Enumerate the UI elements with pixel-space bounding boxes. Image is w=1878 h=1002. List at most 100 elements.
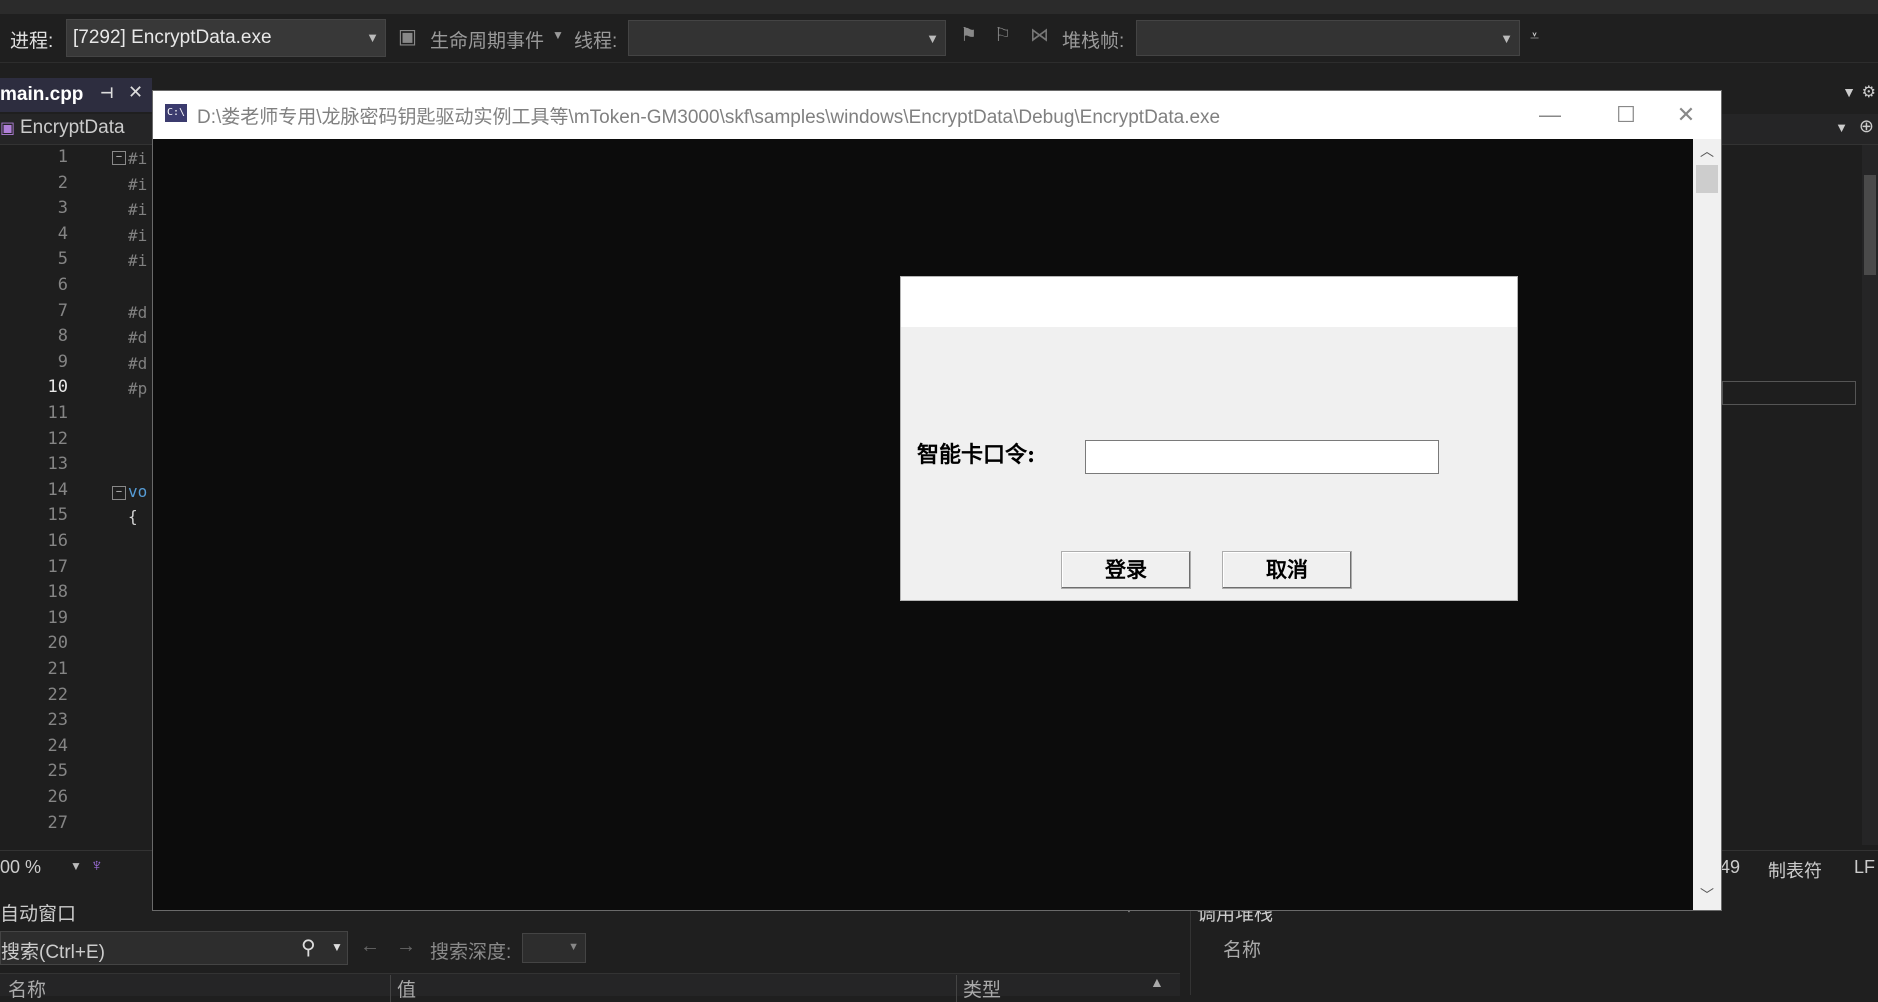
- line-number: 21: [47, 659, 68, 679]
- line-number: 18: [47, 582, 68, 603]
- scrollbar-thumb[interactable]: [1696, 165, 1718, 193]
- column-name[interactable]: 名称: [8, 975, 46, 1002]
- chevron-down-icon: ▼: [366, 30, 379, 45]
- line-number: 16: [47, 531, 68, 551]
- line-number: 13: [47, 454, 68, 475]
- chevron-down-icon[interactable]: ▼: [70, 859, 82, 873]
- current-line-highlight: [1722, 381, 1856, 405]
- line-number: 11: [47, 403, 68, 423]
- lifecycle-events-button[interactable]: 生命周期事件: [430, 26, 544, 53]
- callstack-column-name[interactable]: 名称: [1223, 935, 1261, 962]
- line-number: 26: [47, 787, 68, 807]
- line-number: 3: [57, 198, 68, 219]
- console-scrollbar[interactable]: ︿ ﹀: [1693, 139, 1721, 910]
- line-number: 1: [57, 147, 68, 167]
- line-number: 24: [47, 735, 68, 756]
- line-number: 8: [57, 326, 68, 347]
- code-line: #d: [128, 302, 148, 322]
- process-dropdown[interactable]: [7292] EncryptData.exe ▼: [66, 19, 386, 57]
- chevron-down-icon: ▼: [1500, 31, 1513, 46]
- collapse-icon[interactable]: −: [112, 151, 126, 165]
- scroll-down-icon[interactable]: ﹀: [1700, 885, 1714, 905]
- line-number: 14: [47, 479, 68, 500]
- line-number: 20: [47, 633, 68, 654]
- chevron-down-icon: ▼: [552, 28, 564, 42]
- back-arrow-icon[interactable]: ←: [360, 935, 380, 958]
- line-number: 6: [57, 275, 68, 295]
- line-ending[interactable]: LF: [1854, 857, 1875, 878]
- copilot-icon[interactable]: ♆: [90, 855, 104, 876]
- chevron-down-icon: ▼: [926, 31, 939, 46]
- autos-title: 自动窗口: [0, 904, 77, 925]
- code-line: #d: [128, 353, 148, 373]
- debug-location-toolbar: 进程: [7292] EncryptData.exe ▼ ▣ 生命周期事件 ▼ …: [0, 14, 1878, 63]
- code-line: #i: [128, 174, 148, 194]
- line-number: 12: [47, 428, 68, 449]
- forward-arrow-icon[interactable]: →: [396, 935, 416, 958]
- thread-dropdown[interactable]: ▼: [628, 20, 946, 56]
- chevron-down-icon[interactable]: ▼: [1835, 120, 1848, 135]
- tabs-setting[interactable]: 制表符: [1768, 857, 1822, 883]
- login-button[interactable]: 登录: [1061, 551, 1191, 589]
- flag-icon[interactable]: ⚑: [960, 24, 977, 47]
- lifecycle-icon[interactable]: ▣: [398, 24, 417, 49]
- thread-label: 线程:: [574, 31, 618, 52]
- search-input[interactable]: 搜索(Ctrl+E) ⚲ ▼: [0, 931, 348, 965]
- line-number: 27: [47, 812, 68, 833]
- line-number: 17: [47, 556, 68, 577]
- chevron-down-icon: ▼: [568, 941, 579, 953]
- minimize-icon[interactable]: —: [1515, 91, 1585, 139]
- scroll-up-icon[interactable]: ︿: [1700, 141, 1714, 161]
- cancel-button[interactable]: 取消: [1222, 551, 1352, 589]
- pin-icon[interactable]: ⊣: [100, 84, 114, 102]
- editor-scrollbar[interactable]: [1862, 145, 1878, 845]
- smart-card-login-dialog: 智能卡口令: 登录 取消: [900, 276, 1518, 601]
- line-number: 23: [47, 710, 68, 731]
- line-number: 9: [57, 351, 68, 372]
- console-title-text: D:\娄老师专用\龙脉密码钥匙驱动实例工具等\mToken-GM3000\skf…: [197, 107, 1221, 128]
- nav-project-name[interactable]: EncryptData: [20, 117, 125, 139]
- chevron-down-icon[interactable]: ▼: [331, 940, 343, 954]
- stackframe-dropdown[interactable]: ▼: [1136, 20, 1520, 56]
- zoom-level[interactable]: 00 %: [0, 857, 41, 878]
- close-icon[interactable]: ✕: [128, 82, 143, 103]
- scroll-up-icon[interactable]: ▲: [1150, 974, 1164, 990]
- split-icon[interactable]: ⊕: [1859, 116, 1874, 137]
- search-depth-dropdown[interactable]: ▼: [522, 933, 586, 963]
- toolbar-options-icon[interactable]: ⩡: [1530, 28, 1539, 46]
- close-icon[interactable]: ✕: [1651, 91, 1721, 139]
- search-icon[interactable]: ⚲: [301, 935, 316, 960]
- code-line: #d: [128, 328, 148, 348]
- line-number: 22: [47, 684, 68, 705]
- collapse-icon[interactable]: −: [112, 486, 126, 500]
- process-label: 进程:: [10, 31, 54, 52]
- console-title-bar[interactable]: C:\ D:\娄老师专用\龙脉密码钥匙驱动实例工具等\mToken-GM3000…: [153, 91, 1721, 139]
- dialog-title-bar[interactable]: [901, 277, 1517, 327]
- code-line: #i: [128, 149, 148, 168]
- search-placeholder: 搜索(Ctrl+E): [1, 942, 105, 963]
- pin-input[interactable]: [1085, 440, 1439, 474]
- process-value: [7292] EncryptData.exe: [73, 27, 272, 48]
- flag-threads-icon[interactable]: ⚐: [994, 24, 1011, 47]
- code-line: {: [128, 507, 138, 527]
- column-value[interactable]: 值: [390, 975, 416, 1002]
- line-number: 5: [57, 249, 68, 270]
- code-line: vo: [128, 481, 148, 501]
- gear-icon[interactable]: ⚙: [1862, 82, 1876, 102]
- column-type[interactable]: 类型: [956, 975, 1001, 1002]
- filter-icon[interactable]: ⋈: [1030, 24, 1049, 47]
- tab-main-cpp[interactable]: main.cpp ⊣ ✕: [0, 78, 152, 112]
- stackframe-label: 堆栈帧:: [1062, 31, 1125, 52]
- line-number: 2: [57, 172, 68, 193]
- line-number: 19: [47, 607, 68, 628]
- line-number: 7: [57, 300, 68, 321]
- tab-dropdown-icon[interactable]: ▼: [1842, 84, 1856, 100]
- code-line: #i: [128, 225, 148, 245]
- project-icon: ▣: [0, 120, 16, 137]
- scrollbar-thumb[interactable]: [1864, 175, 1876, 275]
- main-toolbar: [0, 0, 1878, 14]
- line-number: 4: [57, 223, 68, 244]
- code-line: #p: [128, 379, 148, 399]
- cursor-position: 49: [1720, 857, 1741, 877]
- console-app-icon: C:\: [165, 104, 187, 122]
